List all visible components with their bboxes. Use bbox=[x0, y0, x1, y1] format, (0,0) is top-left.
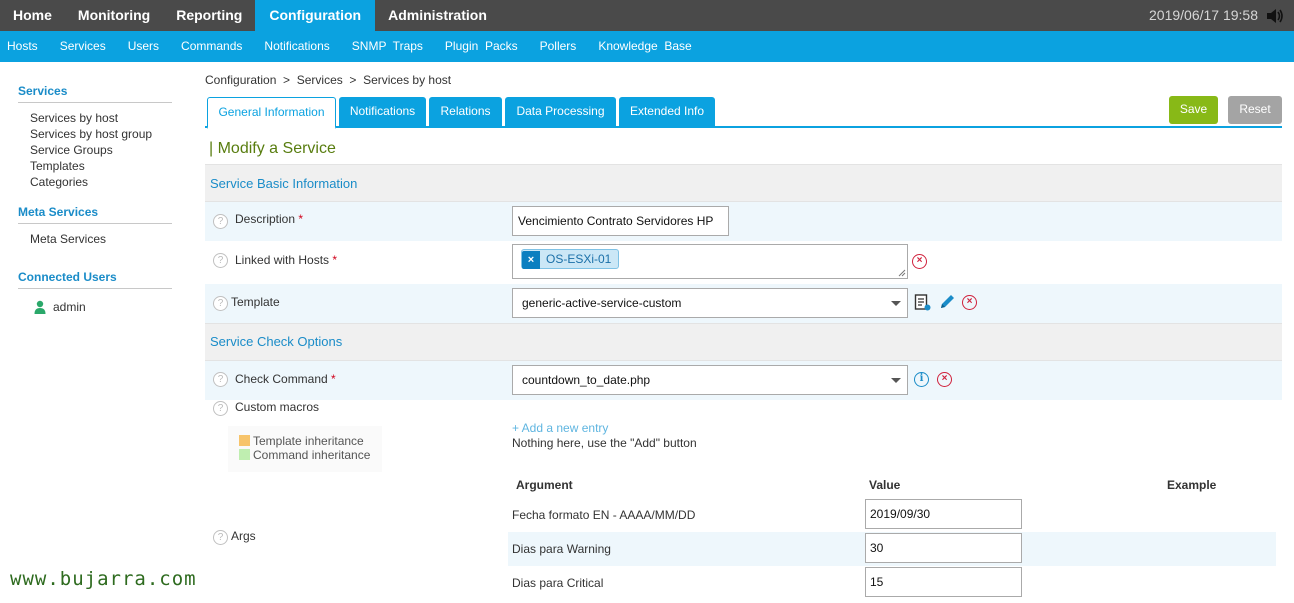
sidebar-heading-meta-services[interactable]: Meta Services bbox=[18, 205, 172, 224]
host-chip: × OS-ESXi-01 bbox=[521, 249, 620, 269]
linked-hosts-row: ? Linked with Hosts * × OS-ESXi-01 × bbox=[205, 241, 1282, 284]
sidebar-item-categories[interactable]: Categories bbox=[30, 175, 88, 189]
sidebar-heading-connected-users: Connected Users bbox=[18, 270, 172, 289]
menu-configuration[interactable]: Configuration bbox=[255, 0, 376, 31]
subnav-hosts[interactable]: Hosts bbox=[0, 31, 49, 62]
sidebar-heading-services[interactable]: Services bbox=[18, 84, 172, 103]
arg-value-input[interactable]: 30 bbox=[865, 533, 1022, 563]
host-chip-label: OS-ESXi-01 bbox=[546, 252, 612, 266]
help-icon[interactable]: ? bbox=[213, 530, 228, 545]
subnav-plugin-packs[interactable]: Plugin Packs bbox=[434, 31, 529, 62]
clock: 2019/06/17 19:58 bbox=[1149, 7, 1258, 23]
template-row: ? Template generic-active-service-custom… bbox=[205, 284, 1282, 324]
description-input[interactable]: Vencimiento Contrato Servidores HP bbox=[512, 206, 729, 236]
form-tabs: General Information Notifications Relati… bbox=[205, 96, 1282, 129]
help-icon[interactable]: ? bbox=[213, 372, 228, 387]
tab-notifications[interactable]: Notifications bbox=[339, 97, 426, 128]
linked-hosts-label: Linked with Hosts * bbox=[235, 253, 338, 267]
arg-name: Dias para Warning bbox=[512, 542, 611, 556]
check-command-select[interactable]: countdown_to_date.php bbox=[512, 365, 908, 395]
menu-monitoring[interactable]: Monitoring bbox=[65, 0, 163, 31]
tab-extended-info[interactable]: Extended Info bbox=[619, 97, 715, 128]
args-label: Args bbox=[231, 529, 256, 543]
subnav-notifications[interactable]: Notifications bbox=[253, 31, 340, 62]
table-row: Dias para Critical 15 bbox=[508, 566, 1276, 600]
speaker-icon[interactable] bbox=[1266, 8, 1284, 24]
resize-handle-icon[interactable] bbox=[898, 269, 906, 277]
description-row: ? Description * Vencimiento Contrato Ser… bbox=[205, 202, 1282, 241]
sidebar-item-services-by-host-group[interactable]: Services by host group bbox=[30, 127, 152, 141]
help-icon[interactable]: ? bbox=[213, 401, 228, 416]
clear-hosts-icon[interactable]: × bbox=[912, 254, 927, 269]
subnav-knowledge-base[interactable]: Knowledge Base bbox=[587, 31, 702, 62]
table-row: Dias para Warning 30 bbox=[508, 532, 1276, 566]
sidebar-item-templates[interactable]: Templates bbox=[30, 159, 85, 173]
main-menu: Home Monitoring Reporting Configuration … bbox=[0, 0, 500, 31]
form-title: | Modify a Service bbox=[209, 140, 336, 157]
add-new-entry-link[interactable]: + Add a new entry bbox=[512, 421, 608, 435]
args-header-value: Value bbox=[869, 478, 901, 492]
menu-home[interactable]: Home bbox=[0, 0, 65, 31]
info-icon[interactable]: i bbox=[914, 372, 929, 387]
breadcrumb: Configuration > Services > Services by h… bbox=[205, 73, 452, 87]
check-command-label: Check Command * bbox=[235, 372, 336, 386]
menu-administration[interactable]: Administration bbox=[375, 0, 500, 31]
args-header-example: Example bbox=[1167, 478, 1217, 492]
subnav-pollers[interactable]: Pollers bbox=[529, 31, 588, 62]
arg-value-input[interactable]: 15 bbox=[865, 567, 1022, 597]
inheritance-legend: Template inheritance Command inheritance bbox=[228, 426, 382, 472]
sidebar: Services Services by host Services by ho… bbox=[0, 62, 190, 603]
subnav-services[interactable]: Services bbox=[49, 31, 117, 62]
tab-data-processing[interactable]: Data Processing bbox=[505, 97, 616, 128]
template-select-value: generic-active-service-custom bbox=[522, 296, 682, 310]
sidebar-item-meta-services[interactable]: Meta Services bbox=[30, 232, 106, 246]
table-row: Fecha formato EN - AAAA/MM/DD 2019/09/30 bbox=[508, 498, 1276, 532]
connected-user-name: admin bbox=[53, 300, 86, 314]
description-label: Description * bbox=[235, 212, 304, 226]
args-header-argument: Argument bbox=[516, 478, 573, 492]
arg-name: Dias para Critical bbox=[512, 576, 604, 590]
sidebar-item-service-groups[interactable]: Service Groups bbox=[30, 143, 113, 157]
subnav-commands[interactable]: Commands bbox=[170, 31, 253, 62]
arg-name: Fecha formato EN - AAAA/MM/DD bbox=[512, 508, 696, 522]
view-template-icon[interactable] bbox=[914, 294, 932, 312]
custom-macros-label: Custom macros bbox=[235, 400, 320, 414]
clear-template-icon[interactable]: × bbox=[962, 295, 977, 310]
section-service-check-options: Service Check Options bbox=[205, 323, 1282, 361]
section-basic-information-title: Service Basic Information bbox=[210, 176, 358, 191]
chevron-down-icon bbox=[891, 301, 901, 306]
user-icon bbox=[34, 300, 46, 314]
chevron-down-icon bbox=[891, 378, 901, 383]
help-icon[interactable]: ? bbox=[213, 296, 228, 311]
subnav-snmp-traps[interactable]: SNMP Traps bbox=[341, 31, 434, 62]
sidebar-item-services-by-host[interactable]: Services by host bbox=[30, 111, 118, 125]
legend-template-inheritance: Template inheritance bbox=[239, 434, 364, 448]
top-navigation: Home Monitoring Reporting Configuration … bbox=[0, 0, 1294, 31]
tab-relations[interactable]: Relations bbox=[429, 97, 502, 128]
subnav-users[interactable]: Users bbox=[117, 31, 170, 62]
save-button[interactable]: Save bbox=[1169, 96, 1218, 124]
arg-value-input[interactable]: 2019/09/30 bbox=[865, 499, 1022, 529]
legend-command-inheritance: Command inheritance bbox=[239, 448, 370, 462]
remove-host-icon[interactable]: × bbox=[522, 251, 540, 269]
section-service-check-options-title: Service Check Options bbox=[210, 334, 343, 349]
edit-pencil-icon[interactable] bbox=[938, 293, 956, 311]
sub-navigation: Hosts Services Users Commands Notificati… bbox=[0, 31, 1294, 62]
check-command-select-value: countdown_to_date.php bbox=[522, 373, 651, 387]
template-select[interactable]: generic-active-service-custom bbox=[512, 288, 908, 318]
empty-macros-message: Nothing here, use the "Add" button bbox=[512, 436, 697, 450]
help-icon[interactable]: ? bbox=[213, 253, 228, 268]
template-label: Template bbox=[231, 295, 280, 309]
linked-hosts-input[interactable]: × OS-ESXi-01 bbox=[512, 244, 908, 279]
tab-general-information[interactable]: General Information bbox=[207, 97, 336, 129]
help-icon[interactable]: ? bbox=[213, 214, 228, 229]
menu-reporting[interactable]: Reporting bbox=[163, 0, 255, 31]
clear-check-command-icon[interactable]: × bbox=[937, 372, 952, 387]
watermark: www.bujarra.com bbox=[10, 568, 197, 590]
reset-button[interactable]: Reset bbox=[1228, 96, 1282, 124]
check-command-row: ? Check Command * countdown_to_date.php … bbox=[205, 361, 1282, 400]
section-basic-information: Service Basic Information bbox=[205, 164, 1282, 202]
